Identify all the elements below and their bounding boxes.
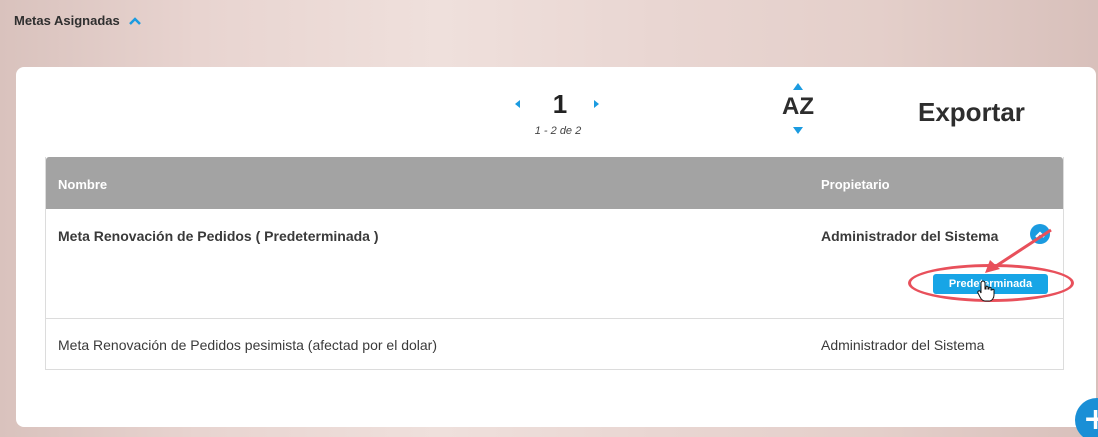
prev-page-icon[interactable]	[513, 99, 523, 109]
goals-card: 1 1 - 2 de 2 AZ Exportar Nombre Propieta…	[16, 67, 1096, 427]
goal-name: Meta Renovación de Pedidos ( Predetermin…	[58, 228, 379, 244]
goals-table: Nombre Propietario Meta Renovación de Pe…	[45, 157, 1074, 370]
sort-down-icon	[793, 127, 803, 134]
current-page: 1	[552, 89, 568, 119]
table-row[interactable]: Meta Renovación de Pedidos pesimista (af…	[46, 319, 1063, 369]
plus-icon: +	[1083, 402, 1098, 437]
sort-up-icon	[793, 83, 803, 90]
sort-label: AZ	[782, 93, 814, 120]
column-header-name: Nombre	[58, 177, 108, 192]
column-header-owner: Propietario	[821, 177, 890, 192]
goal-name: Meta Renovación de Pedidos pesimista (af…	[58, 337, 437, 353]
table-header: Nombre Propietario	[46, 157, 1063, 209]
next-page-icon[interactable]	[591, 99, 601, 109]
hand-cursor-icon	[977, 280, 995, 302]
pagination: 1 1 - 2 de 2	[513, 89, 618, 139]
goal-owner: Administrador del Sistema	[821, 228, 999, 244]
goal-owner: Administrador del Sistema	[821, 337, 985, 353]
chevron-up-icon[interactable]	[128, 16, 142, 26]
export-button[interactable]: Exportar	[918, 97, 1025, 128]
page-range: 1 - 2 de 2	[534, 125, 582, 137]
section-header[interactable]: Metas Asignadas	[14, 13, 142, 28]
table-row[interactable]: Meta Renovación de Pedidos ( Predetermin…	[46, 209, 1074, 319]
sort-button[interactable]: AZ	[780, 81, 816, 139]
section-title: Metas Asignadas	[14, 13, 120, 28]
